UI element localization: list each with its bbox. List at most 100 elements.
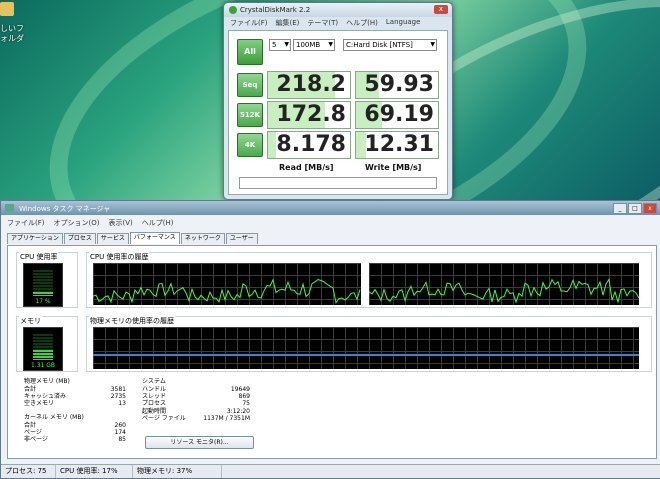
folder-icon: [0, 2, 14, 16]
size-select[interactable]: 100MB ▼: [293, 39, 335, 51]
stat-value: 3:12:20: [226, 407, 250, 415]
read-result-value: 218.2: [276, 72, 346, 97]
tab-users[interactable]: ユーザー: [225, 233, 258, 244]
write-result-0: 59.93: [355, 71, 439, 99]
read-header: Read [MB/s]: [279, 163, 334, 172]
maximize-button[interactable]: □: [628, 203, 642, 214]
title-bar[interactable]: CrystalDiskMark 2.2 x: [224, 3, 452, 17]
desktop-folder-icon[interactable]: しいフォルダ: [0, 0, 30, 60]
close-button[interactable]: x: [643, 203, 657, 214]
drive-value: C:Hard Disk [NTFS]: [346, 41, 413, 49]
status-cpu: CPU 使用率: 17%: [56, 465, 133, 478]
write-result-value: 69.19: [364, 102, 434, 127]
menu-edit[interactable]: 編集(E): [276, 18, 300, 28]
all-button[interactable]: All: [237, 39, 263, 65]
memory-group: メモリ 1.31 GB: [16, 316, 78, 372]
menu-file[interactable]: ファイル(F): [230, 18, 268, 28]
stat-label: 合計: [24, 386, 37, 393]
stat-row: スレッド 869: [142, 393, 250, 400]
stat-value: 13: [118, 400, 126, 408]
stat-row: 空きメモリ 13: [24, 400, 126, 407]
physical-memory-title: 物理メモリ (MB): [24, 378, 70, 385]
tab-networking[interactable]: ネットワーク: [180, 233, 225, 244]
stat-label: 非ページ: [24, 436, 48, 444]
stat-row: 合計 260: [24, 422, 126, 429]
tab-performance[interactable]: パフォーマンス: [129, 232, 180, 244]
resource-monitor-button[interactable]: リソース モニタ(R)...: [145, 436, 254, 449]
test-button-0[interactable]: Seq: [237, 73, 263, 97]
memory-history-group: 物理メモリの使用率の履歴: [86, 316, 652, 372]
read-result-value: 172.8: [276, 102, 346, 127]
runs-value: 5: [272, 41, 277, 49]
memory-meter-value: 1.31 GB: [30, 362, 56, 369]
cpu-history-graph-core2: [369, 263, 639, 305]
cpu-history-line: [369, 278, 639, 304]
write-result-value: 59.93: [364, 72, 434, 97]
chevron-down-icon: ▼: [284, 41, 289, 48]
write-result-2: 12.31: [355, 131, 439, 159]
status-field: [239, 177, 437, 189]
stat-value: 85: [118, 436, 126, 444]
chevron-down-icon: ▼: [430, 41, 435, 48]
runs-select[interactable]: 5 ▼: [269, 39, 291, 51]
memory-meter-level: [33, 350, 53, 360]
stat-value: 260: [114, 422, 126, 429]
stat-value: 1137M / 7351M: [203, 414, 250, 422]
close-button[interactable]: x: [434, 5, 448, 14]
stat-row: ページ ファイル 1137M / 7351M: [142, 415, 250, 422]
tab-processes[interactable]: プロセス: [63, 233, 96, 244]
test-button-2[interactable]: 4K: [237, 133, 263, 157]
stat-value: 2735: [110, 393, 126, 401]
stat-label: 起動時間: [142, 407, 167, 415]
window-title: CrystalDiskMark 2.2: [240, 6, 311, 14]
read-result-2: 8.178: [267, 131, 351, 159]
cpu-history-graph-core1: [93, 263, 361, 305]
cpu-history-group: CPU 使用率の履歴: [86, 252, 652, 308]
menu-bar: ファイル(F) オプション(O) 表示(V) ヘルプ(H): [7, 218, 173, 228]
memory-label: メモリ: [19, 316, 42, 326]
kernel-memory-title: カーネル メモリ (MB): [24, 414, 84, 421]
stat-label: ハンドル: [142, 386, 167, 393]
cpu-meter-value: 17 %: [35, 298, 51, 305]
desktop-icon-label: しいフォルダ: [0, 24, 24, 43]
minimize-button[interactable]: _: [613, 203, 627, 214]
stat-value: 19649: [230, 386, 250, 393]
stat-label: 合計: [24, 422, 37, 429]
cpu-usage-group: CPU 使用率 17 %: [16, 252, 78, 308]
stat-value: 174: [114, 429, 126, 437]
app-icon: [229, 6, 237, 14]
stat-value: 75: [242, 400, 250, 408]
app-icon: [5, 204, 14, 212]
menu-language[interactable]: Language: [386, 18, 421, 28]
stat-label: ページ ファイル: [142, 414, 186, 422]
menu-help[interactable]: ヘルプ(H): [346, 18, 378, 28]
tab-applications[interactable]: アプリケーション: [7, 233, 63, 244]
memory-history-graph: [93, 327, 639, 369]
benchmark-panel: All 5 ▼ 100MB ▼ C:Hard Disk [NTFS] ▼ Seq 218…: [228, 30, 448, 195]
write-header: Write [MB/s]: [365, 163, 422, 172]
kernel-memory-stats: カーネル メモリ (MB) 合計 260 ページ 174 非ページ 85: [24, 414, 126, 444]
tab-services[interactable]: サービス: [96, 233, 129, 244]
memory-history-line: [93, 354, 639, 356]
test-button-1[interactable]: 512K: [237, 103, 263, 127]
cpu-meter: 17 %: [23, 263, 63, 307]
cpu-history-line: [93, 278, 361, 304]
read-result-0: 218.2: [267, 71, 351, 99]
menu-bar: ファイル(F) 編集(E) テーマ(T) ヘルプ(H) Language: [227, 18, 449, 28]
stat-row: 非ページ 85: [24, 436, 126, 443]
menu-options[interactable]: オプション(O): [54, 218, 100, 228]
drive-select[interactable]: C:Hard Disk [NTFS] ▼: [343, 39, 437, 51]
task-manager-window: Windows タスク マネージャ _ □ x ファイル(F) オプション(O)…: [0, 200, 660, 479]
menu-file[interactable]: ファイル(F): [7, 218, 45, 228]
stat-label: スレッド: [142, 393, 167, 401]
memory-history-label: 物理メモリの使用率の履歴: [89, 316, 175, 326]
cpu-history-label: CPU 使用率の履歴: [89, 252, 150, 262]
read-result-value: 8.178: [276, 132, 346, 157]
write-result-value: 12.31: [364, 132, 434, 157]
title-bar[interactable]: Windows タスク マネージャ _ □ x: [1, 201, 660, 215]
menu-view[interactable]: 表示(V): [108, 218, 132, 228]
menu-help[interactable]: ヘルプ(H): [142, 218, 174, 228]
menu-theme[interactable]: テーマ(T): [307, 18, 338, 28]
read-result-bar: [268, 132, 277, 158]
system-title: システム: [142, 378, 166, 385]
